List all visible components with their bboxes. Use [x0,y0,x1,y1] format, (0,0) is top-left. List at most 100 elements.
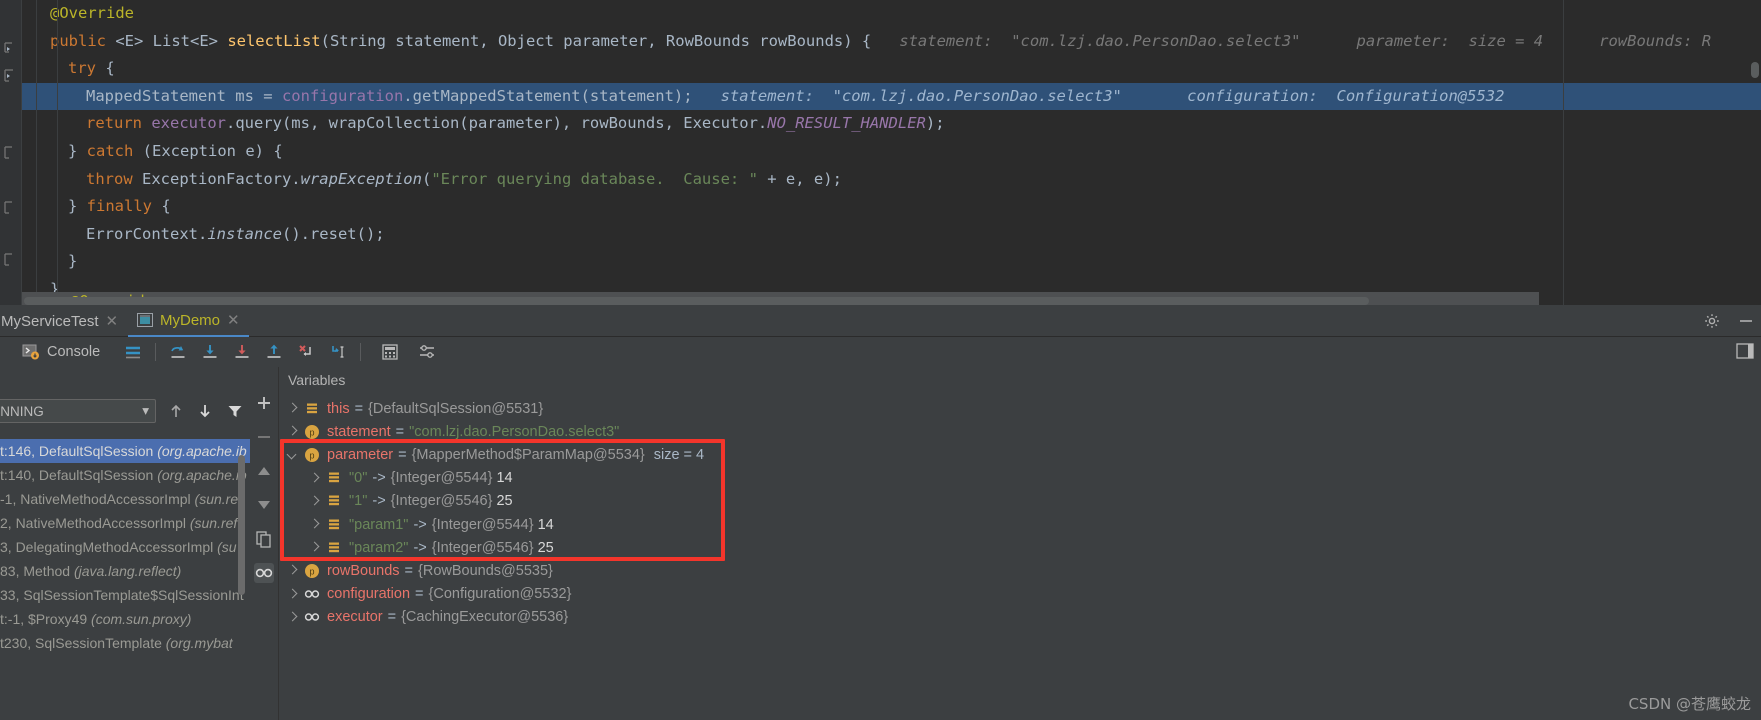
variables-side-toolbar[interactable] [250,367,279,720]
frame-row[interactable]: t:-1, $Proxy49 (com.sun.proxy) [0,607,250,631]
triangle-up-icon[interactable] [254,461,274,481]
code-line[interactable]: } catch (Exception e) { [22,138,1761,166]
variable-operator: = [354,400,364,417]
filter-icon[interactable] [226,402,244,420]
chevron-down-icon[interactable] [287,449,298,460]
frame-package: (org.mybat [161,635,233,651]
variable-name: "param1" [349,516,409,533]
frames-scrollbar[interactable] [238,455,245,595]
variable-row[interactable]: "param2" -> {Integer@5546} 25 [279,536,1761,559]
variable-row[interactable]: "1" -> {Integer@5546} 25 [279,490,1761,513]
minimize-icon[interactable] [1737,312,1755,330]
editor-tab-bar[interactable]: MyServiceTest ✕ MyDemo ✕ [0,305,1761,337]
chevron-right-icon[interactable] [287,426,298,437]
frame-package: (su [213,539,237,555]
frame-label: 3, DelegatingMethodAccessorImpl [0,539,214,555]
gear-icon[interactable] [1703,312,1721,330]
code-line[interactable]: @Override [22,0,1761,28]
code-line[interactable]: public <E> List<E> selectList(String sta… [22,28,1761,56]
force-step-into-icon[interactable] [233,343,251,361]
code-line[interactable]: ErrorContext.instance().reset(); [22,221,1761,249]
code-line[interactable]: try { [22,55,1761,83]
code-token: (String statement, Object parameter, [320,31,666,50]
tab-myservicetest[interactable]: MyServiceTest ✕ [0,305,127,337]
variable-row[interactable]: p parameter = {MapperMethod$ParamMap@5534} s… [279,443,1761,466]
variable-row[interactable]: this = {DefaultSqlSession@5531} [279,397,1761,420]
code-line[interactable]: MappedStatement ms = configuration.getMa… [22,82,1761,111]
fold-icon-1[interactable] [2,40,18,56]
tab-mydemo[interactable]: MyDemo ✕ [128,305,249,337]
code-token: catch [86,141,143,160]
step-over-icon[interactable] [169,343,187,361]
close-icon[interactable]: ✕ [106,314,119,329]
arrow-down-icon[interactable] [196,402,214,420]
debug-toolbar[interactable]: Console [0,337,1761,367]
glasses-icon[interactable] [254,563,274,583]
chevron-right-icon[interactable] [287,589,298,600]
run-to-cursor-icon[interactable] [329,343,347,361]
variable-row[interactable]: "0" -> {Integer@5544} 14 [279,467,1761,490]
editor-gutter[interactable] [0,0,22,345]
frames-pane[interactable]: "@1 i...n": RUNNING ▾ t:146, DefaultSqlS… [0,367,250,720]
code-editor[interactable]: @Override public <E> List<E> selectList(S… [0,0,1761,345]
calculator-icon[interactable] [381,343,399,361]
frame-row[interactable]: 3, DelegatingMethodAccessorImpl (su [0,535,250,559]
editor-horizontal-scrollbar[interactable] [24,297,1369,305]
svg-text:p: p [309,450,314,460]
code-token: try [68,59,96,78]
fold-icon-4[interactable] [2,200,18,216]
variable-row[interactable]: p rowBounds = {RowBounds@5535} [279,559,1761,582]
glasses-icon [304,586,320,602]
remove-watch-button[interactable] [254,427,274,447]
fold-icon-5[interactable] [2,252,18,268]
frames-header[interactable]: "@1 i...n": RUNNING ▾ [0,395,250,427]
frame-row[interactable]: t:140, DefaultSqlSession (org.apache.ib [0,463,250,487]
chevron-right-icon[interactable] [309,519,320,530]
code-token: ExceptionFactory. [142,169,301,188]
chevron-right-icon[interactable] [309,496,320,507]
fold-icon-3[interactable] [2,145,18,161]
variable-row[interactable]: p statement = "com.lzj.dao.PersonDao.select… [279,420,1761,443]
copy-icon[interactable] [254,529,274,549]
close-icon[interactable]: ✕ [227,313,240,328]
variable-row[interactable]: "param1" -> {Integer@5544} 14 [279,513,1761,536]
frame-package: (org.apache.ib [153,467,247,483]
step-into-icon[interactable] [201,343,219,361]
tab-window-controls[interactable] [1703,305,1755,337]
add-watch-button[interactable] [254,393,274,413]
fold-icon-2[interactable] [2,68,18,84]
frame-row[interactable]: -1, NativeMethodAccessorImpl (sun.re [0,487,250,511]
variable-row[interactable]: executor = {CachingExecutor@5536} [279,606,1761,629]
lines-icon[interactable] [124,343,142,361]
code-line[interactable]: return executor.query(ms, wrapCollection… [22,110,1761,138]
debug-tool-window[interactable]: Console NNING ▾ t:146, DefaultSqlSession… [0,337,1761,720]
layout-settings-button[interactable] [1735,341,1755,366]
code-line[interactable]: } finally { [22,193,1761,221]
frame-row[interactable]: 83, Method (java.lang.reflect) [0,559,250,583]
chevron-right-icon[interactable] [287,612,298,623]
chevron-right-icon[interactable] [287,565,298,576]
variable-ref: {Integer@5544} [390,470,493,487]
frame-row[interactable]: t230, SqlSessionTemplate (org.mybat [0,631,250,655]
variable-row[interactable]: configuration = {Configuration@5532} [279,583,1761,606]
variables-tree[interactable]: this = {DefaultSqlSession@5531} p statement =… [279,393,1761,720]
mixer-icon[interactable] [418,343,436,361]
console-button[interactable]: Console [22,343,100,361]
step-out-icon[interactable] [265,343,283,361]
frame-row[interactable]: 2, NativeMethodAccessorImpl (sun.ref [0,511,250,535]
code-line[interactable]: } [22,248,1761,276]
editor-vertical-scrollbar[interactable] [1751,62,1759,78]
chevron-right-icon[interactable] [287,403,298,414]
thread-selector[interactable]: "@1 i...n": RUNNING ▾ [0,399,156,423]
frame-row[interactable]: 33, SqlSessionTemplate$SqlSessionInt [0,583,250,607]
arrow-up-icon[interactable] [167,402,185,420]
chevron-right-icon[interactable] [309,473,320,484]
variables-pane[interactable]: Variables this = {DefaultSqlSession@5531} p… [279,367,1761,720]
code-token: } [68,141,87,160]
chevron-right-icon[interactable] [309,542,320,553]
triangle-down-icon[interactable] [254,495,274,515]
drop-frame-icon[interactable] [297,343,315,361]
variable-name: "1" [349,493,368,510]
frame-row[interactable]: t:146, DefaultSqlSession (org.apache.ib [0,439,250,463]
code-line[interactable]: throw ExceptionFactory.wrapException("Er… [22,166,1761,194]
